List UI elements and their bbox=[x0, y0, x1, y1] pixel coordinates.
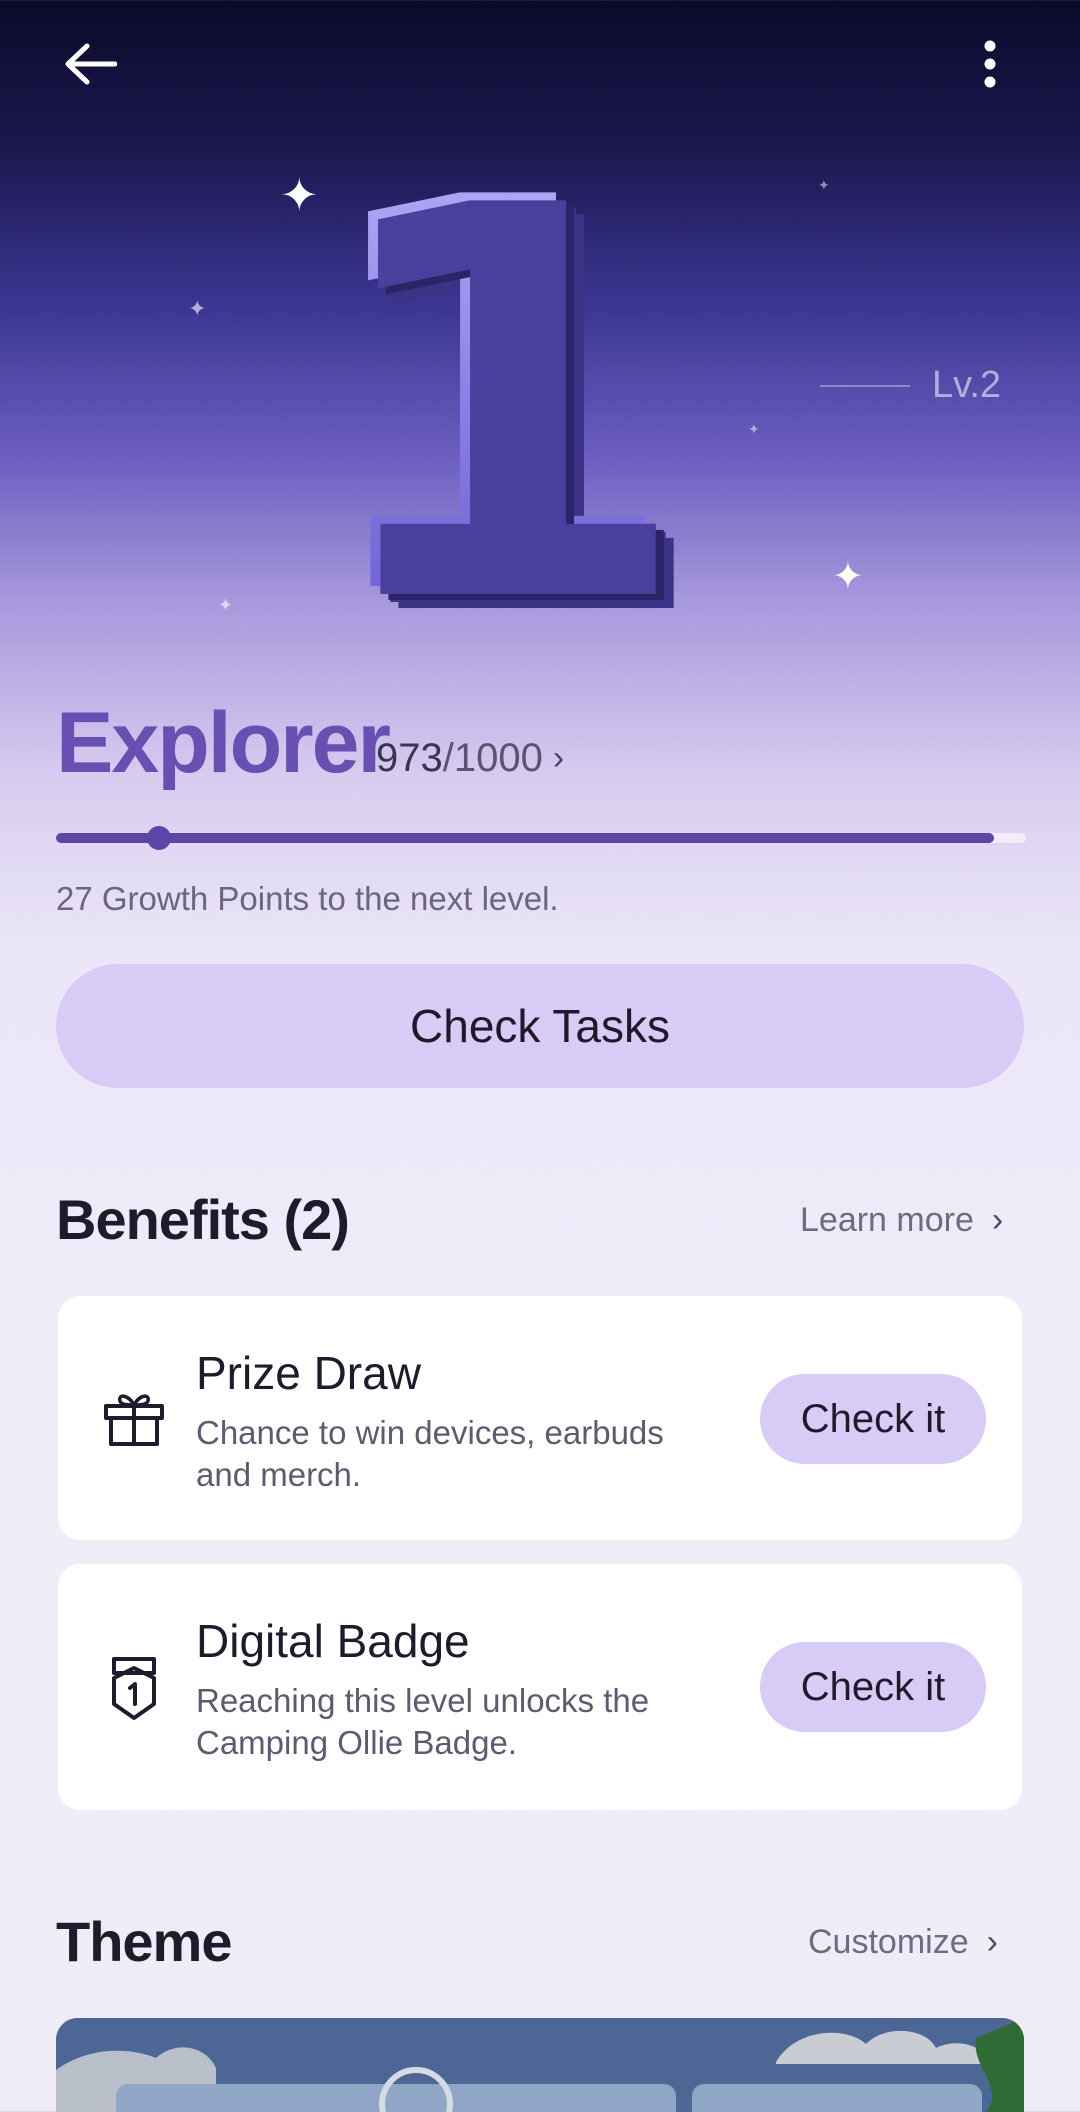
check-tasks-button[interactable]: Check Tasks bbox=[56, 964, 1024, 1088]
sparkle-icon: ✦ bbox=[218, 595, 234, 615]
benefit-card-digital-badge: Digital Badge Reaching this level unlock… bbox=[58, 1564, 1022, 1810]
check-it-button[interactable]: Check it bbox=[760, 1642, 986, 1732]
arrow-left-icon bbox=[65, 43, 117, 85]
benefit-card-prize-draw: Prize Draw Chance to win devices, earbud… bbox=[58, 1296, 1022, 1540]
benefit-description: Chance to win devices, earbuds and merch… bbox=[196, 1414, 664, 1493]
progress-marker bbox=[147, 826, 171, 850]
theme-title: Theme bbox=[56, 1910, 232, 1973]
points-value: 973/1000 bbox=[376, 738, 543, 778]
benefit-description: Reaching this level unlocks the Camping … bbox=[196, 1682, 650, 1761]
points-current: 973 bbox=[376, 736, 443, 780]
sparkle-icon: ✦ bbox=[818, 177, 830, 193]
chevron-right-icon: › bbox=[552, 739, 565, 777]
next-level-divider bbox=[820, 385, 910, 387]
back-button[interactable] bbox=[50, 28, 130, 100]
next-level-hint: 27 Growth Points to the next level. bbox=[56, 880, 559, 917]
more-options-button[interactable] bbox=[950, 28, 1030, 100]
chevron-right-icon: › bbox=[991, 1201, 1004, 1239]
more-vertical-icon bbox=[984, 40, 996, 88]
customize-label: Customize bbox=[808, 1923, 969, 1961]
sparkle-icon: ✦ bbox=[832, 556, 864, 598]
gift-icon bbox=[98, 1382, 170, 1454]
level-number-graphic: 1 bbox=[307, 86, 683, 714]
sparkle-icon: ✦ bbox=[188, 296, 207, 321]
benefit-title: Prize Draw bbox=[196, 1347, 421, 1399]
chevron-right-icon: › bbox=[986, 1923, 998, 1961]
sparkle-icon: ✦ bbox=[748, 421, 760, 437]
customize-link[interactable]: Customize › bbox=[808, 1925, 998, 1959]
learn-more-label: Learn more bbox=[800, 1201, 974, 1239]
growth-points-link[interactable]: 973/1000 › bbox=[376, 738, 564, 778]
level-title: Explorer bbox=[56, 695, 391, 791]
benefit-title: Digital Badge bbox=[196, 1615, 470, 1667]
benefits-title: Benefits (2) bbox=[56, 1188, 350, 1251]
badge-icon bbox=[98, 1654, 170, 1726]
progress-fill bbox=[56, 833, 994, 843]
learn-more-link[interactable]: Learn more › bbox=[800, 1203, 1003, 1237]
next-level-label: Lv.2 bbox=[932, 364, 1002, 406]
check-it-button[interactable]: Check it bbox=[760, 1374, 986, 1464]
points-total: /1000 bbox=[442, 736, 543, 780]
theme-preview-image[interactable] bbox=[56, 2018, 1024, 2112]
